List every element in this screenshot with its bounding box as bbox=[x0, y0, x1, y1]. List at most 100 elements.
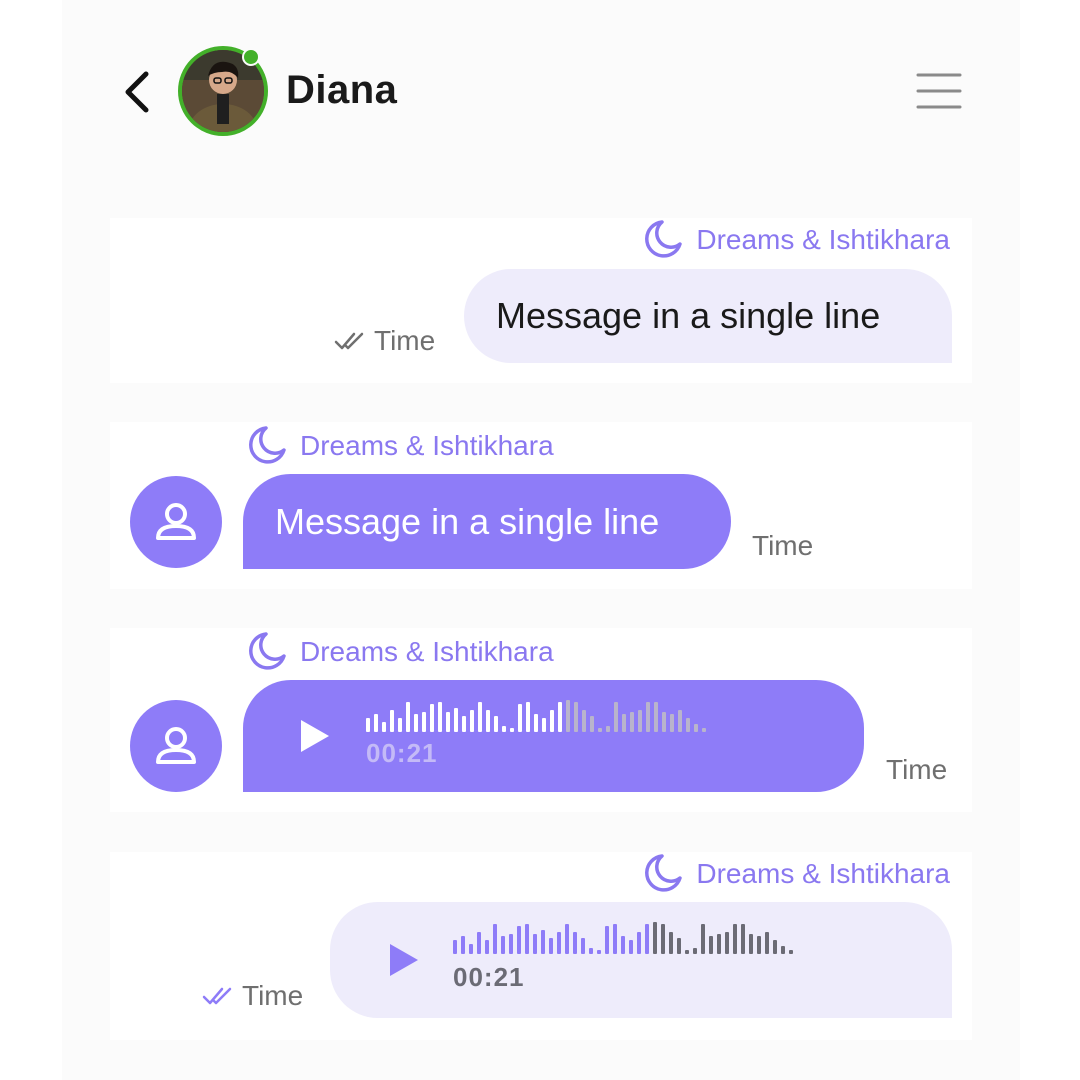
voice-message-bubble[interactable]: 00:21 bbox=[243, 680, 864, 792]
online-status-dot bbox=[242, 48, 260, 66]
waveform-bar bbox=[550, 710, 554, 732]
waveform-bar bbox=[717, 934, 721, 954]
waveform-bar bbox=[693, 948, 697, 954]
audio-duration: 00:21 bbox=[453, 962, 525, 992]
waveform-bar bbox=[526, 702, 530, 732]
waveform-bar bbox=[589, 948, 593, 954]
waveform-bar bbox=[446, 712, 450, 732]
waveform-bar bbox=[605, 926, 609, 954]
waveform-bar bbox=[542, 718, 546, 732]
waveform-bar bbox=[646, 702, 650, 732]
voice-message-bubble[interactable]: 00:21 bbox=[330, 902, 952, 1018]
waveform-bar bbox=[661, 924, 665, 954]
waveform-bar bbox=[501, 936, 505, 954]
waveform-bar bbox=[478, 702, 482, 732]
sender-avatar[interactable] bbox=[130, 700, 222, 792]
waveform-bar bbox=[565, 924, 569, 954]
waveform-bar bbox=[789, 950, 793, 954]
play-button[interactable] bbox=[299, 718, 331, 759]
waveform-bar bbox=[741, 924, 745, 954]
waveform-bar bbox=[749, 934, 753, 954]
waveform-bar bbox=[622, 714, 626, 732]
waveform-bar bbox=[454, 708, 458, 732]
waveform-bar bbox=[694, 724, 698, 732]
waveform-bar bbox=[757, 936, 761, 954]
contact-avatar[interactable] bbox=[178, 46, 268, 136]
play-button[interactable] bbox=[388, 942, 420, 983]
waveform-bar bbox=[477, 932, 481, 954]
waveform-bar bbox=[422, 712, 426, 732]
waveform-bar bbox=[702, 728, 706, 732]
play-icon bbox=[301, 720, 329, 752]
message-category-tag[interactable]: Dreams & Ishtikhara bbox=[640, 218, 950, 262]
message-category-tag[interactable]: Dreams & Ishtikhara bbox=[244, 630, 554, 674]
tag-label: Dreams & Ishtikhara bbox=[300, 636, 554, 667]
waveform-bar bbox=[669, 932, 673, 954]
waveform-bar bbox=[653, 922, 657, 954]
message-category-tag[interactable]: Dreams & Ishtikhara bbox=[244, 424, 554, 468]
waveform-bar bbox=[590, 716, 594, 732]
moon-icon bbox=[249, 426, 286, 464]
user-icon bbox=[156, 727, 196, 764]
message-time: Time bbox=[752, 530, 814, 561]
message-bubble[interactable]: Message in a single line bbox=[464, 269, 952, 363]
waveform-bar bbox=[470, 710, 474, 732]
waveform-bar bbox=[517, 926, 521, 954]
moon-icon bbox=[645, 854, 683, 892]
message-time: Time bbox=[886, 754, 948, 785]
menu-button[interactable] bbox=[916, 72, 962, 110]
user-icon bbox=[156, 503, 196, 540]
waveform-bar bbox=[613, 924, 617, 954]
hamburger-menu-icon bbox=[916, 73, 962, 109]
waveform-bar bbox=[701, 924, 705, 954]
waveform-bar bbox=[430, 704, 434, 732]
waveform-bar bbox=[581, 938, 585, 954]
waveform-bar bbox=[549, 938, 553, 954]
waveform-bar bbox=[461, 936, 465, 954]
waveform-bar bbox=[637, 932, 641, 954]
waveform-bar bbox=[469, 944, 473, 954]
waveform-bar bbox=[502, 726, 506, 732]
waveform-bar bbox=[525, 924, 529, 954]
message-bubble[interactable]: Message in a single line bbox=[243, 474, 731, 569]
waveform-bar bbox=[606, 726, 610, 732]
waveform-bar bbox=[685, 950, 689, 954]
sender-avatar[interactable] bbox=[130, 476, 222, 568]
audio-waveform[interactable] bbox=[453, 922, 793, 954]
moon-icon bbox=[645, 220, 683, 258]
waveform-bar bbox=[533, 934, 537, 954]
waveform-bar bbox=[597, 950, 601, 954]
waveform-bar bbox=[662, 712, 666, 732]
waveform-bar bbox=[614, 702, 618, 732]
tag-label: Dreams & Ishtikhara bbox=[696, 224, 950, 255]
waveform-bar bbox=[541, 930, 545, 954]
message-row: Dreams & Ishtikhara 00:21 Time bbox=[110, 852, 972, 1040]
waveform-bar bbox=[462, 716, 466, 732]
message-category-tag[interactable]: Dreams & Ishtikhara bbox=[640, 852, 950, 896]
waveform-bar bbox=[621, 936, 625, 954]
waveform-bar bbox=[398, 718, 402, 732]
waveform-bar bbox=[781, 946, 785, 954]
waveform-bar bbox=[366, 718, 370, 732]
waveform-bar bbox=[518, 704, 522, 732]
waveform-bar bbox=[382, 722, 386, 732]
waveform-bar bbox=[390, 710, 394, 732]
waveform-bar bbox=[558, 702, 562, 732]
message-text: Message in a single line bbox=[275, 501, 660, 542]
waveform-bar bbox=[574, 702, 578, 732]
back-button[interactable] bbox=[120, 70, 156, 114]
waveform-bar bbox=[406, 702, 410, 732]
waveform-bar bbox=[670, 714, 674, 732]
waveform-bar bbox=[414, 714, 418, 732]
waveform-bar bbox=[733, 924, 737, 954]
waveform-bar bbox=[566, 700, 570, 732]
message-text: Message in a single line bbox=[496, 295, 881, 336]
audio-waveform[interactable] bbox=[366, 700, 706, 732]
waveform-bar bbox=[654, 702, 658, 732]
double-check-icon bbox=[202, 987, 232, 1005]
waveform-bar bbox=[677, 938, 681, 954]
play-icon bbox=[390, 944, 418, 976]
waveform-bar bbox=[598, 728, 602, 732]
waveform-bar bbox=[493, 924, 497, 954]
waveform-bar bbox=[438, 702, 442, 732]
